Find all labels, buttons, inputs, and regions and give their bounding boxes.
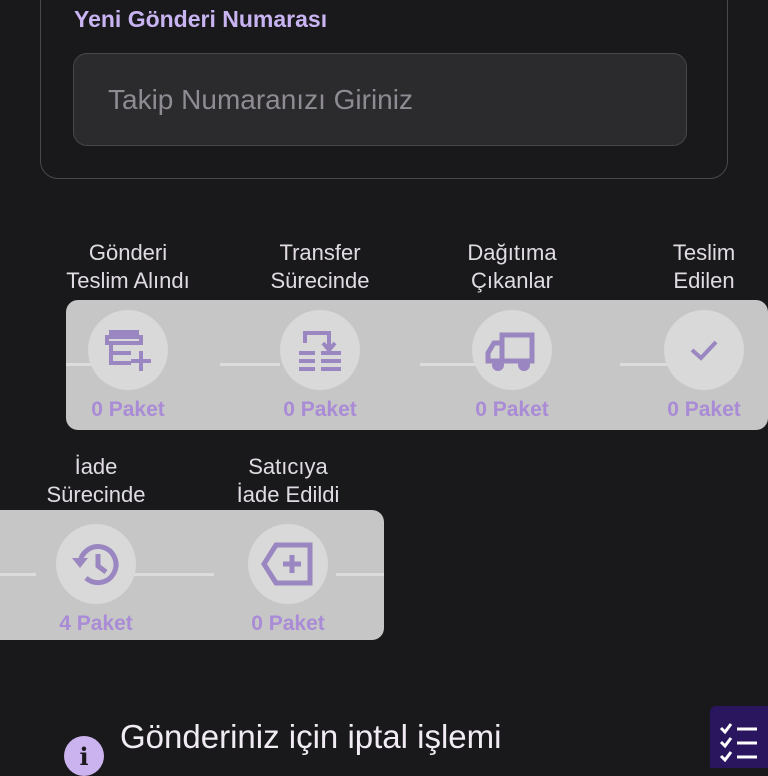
backspace-add-icon <box>261 542 313 586</box>
step-returned-to-seller-button[interactable] <box>248 524 328 604</box>
count-transfer: 0 Paket <box>283 398 357 421</box>
step-label-return-process: İade Sürecinde <box>46 454 146 507</box>
history-icon <box>72 544 119 586</box>
info-icon: i <box>64 736 104 776</box>
tracking-number-label: Yeni Gönderi Numarası <box>74 6 328 32</box>
store-add-icon <box>105 330 151 371</box>
step-received-button[interactable] <box>88 310 168 390</box>
truck-icon <box>485 332 535 371</box>
step-label-out-for-delivery: Dağıtıma Çıkanlar <box>467 240 557 293</box>
connector <box>620 363 670 366</box>
step-label-delivered: Teslim Edilen <box>672 240 736 293</box>
step-out-for-delivery-button[interactable] <box>472 310 552 390</box>
count-received: 0 Paket <box>91 398 165 421</box>
checklist-icon <box>719 723 757 763</box>
connector <box>134 573 214 576</box>
step-transfer-button[interactable] <box>280 310 360 390</box>
connector <box>336 573 384 576</box>
count-delivered: 0 Paket <box>667 398 741 421</box>
step-delivered-button[interactable] <box>664 310 744 390</box>
count-return-process: 4 Paket <box>59 612 133 635</box>
step-return-process-button[interactable] <box>56 524 136 604</box>
cancellation-notice: Gönderiniz için iptal işlemi <box>120 718 502 755</box>
step-label-returned-to-seller: Satıcıya İade Edildi <box>236 454 340 507</box>
check-icon <box>690 340 718 361</box>
count-returned-to-seller: 0 Paket <box>251 612 325 635</box>
connector <box>420 363 480 366</box>
step-label-transfer: Transfer Sürecinde <box>270 240 370 293</box>
tracking-number-input[interactable] <box>73 53 687 146</box>
count-out-for-delivery: 0 Paket <box>475 398 549 421</box>
transfer-list-icon <box>299 331 341 371</box>
connector <box>0 573 36 576</box>
connector <box>220 363 280 366</box>
step-label-received: Gönderi Teslim Alındı <box>66 240 190 293</box>
checklist-fab[interactable] <box>710 706 768 768</box>
